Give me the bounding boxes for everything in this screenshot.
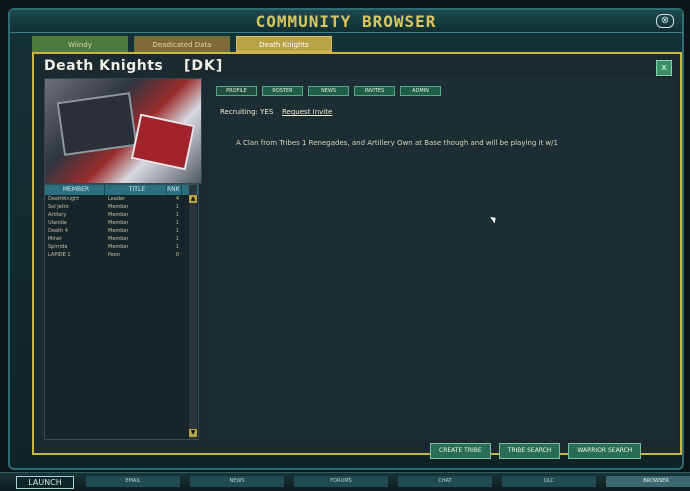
request-invite-link[interactable]: Request Invite [282, 108, 332, 116]
member-name: Miner [48, 236, 63, 242]
table-row[interactable]: DeathKnight Leader 4 [45, 195, 198, 203]
taskbar-email[interactable]: EMAIL [86, 476, 180, 487]
member-list-scrollbar[interactable]: ▲ ▼ [189, 185, 197, 439]
member-name: DeathKnight [48, 196, 80, 202]
banner-art-shape [130, 113, 196, 171]
tribe-description: A Clan from Tribes 1 Renegades, and Arti… [236, 139, 558, 147]
taskbar-forums[interactable]: FORUMS [294, 476, 388, 487]
bottom-actions: CREATE TRIBE TRIBE SEARCH WARRIOR SEARCH [430, 443, 642, 459]
member-title: Member [108, 244, 129, 250]
member-name: Artilery [48, 212, 67, 218]
member-rank: 1 [175, 236, 179, 242]
taskbar-dlc[interactable]: DLC [502, 476, 596, 487]
member-rank: 0 [175, 252, 179, 258]
table-row[interactable]: LAPIDE 1 Peon 0 [45, 251, 198, 259]
member-rank: 1 [175, 220, 179, 226]
taskbar-news[interactable]: NEWS [190, 476, 284, 487]
tribe-name: Death Knights [44, 58, 164, 74]
member-title: Member [108, 236, 129, 242]
panel-close-button[interactable]: x [656, 60, 672, 76]
member-title: Member [108, 228, 129, 234]
tribe-tag: [DK] [184, 58, 224, 74]
launch-button[interactable]: LAUNCH [16, 476, 74, 489]
close-icon[interactable]: ⊗ [656, 14, 674, 28]
tab-wiindy[interactable]: Wiindy [32, 36, 128, 52]
table-row[interactable]: Death 4 Member 1 [45, 227, 198, 235]
table-row[interactable]: Artilery Member 1 [45, 211, 198, 219]
browser-tabs: Wiindy Deadicated Data Death Knights [32, 36, 332, 52]
member-title: Member [108, 220, 129, 226]
warrior-search-button[interactable]: WARRIOR SEARCH [568, 443, 642, 459]
member-title: Member [108, 204, 129, 210]
column-rank[interactable]: RNK [167, 185, 182, 195]
member-rank: 1 [175, 212, 179, 218]
taskbar: LAUNCH EMAIL NEWS FORUMS CHAT DLC BROWSE… [0, 472, 690, 491]
table-row[interactable]: Miner Member 1 [45, 235, 198, 243]
tribe-banner-image [44, 78, 202, 184]
recruiting-status: Recruiting: YES [220, 108, 274, 116]
banner-art-shape [56, 92, 138, 156]
community-browser-window: COMMUNITY BROWSER ⊗ Wiindy Deadicated Da… [8, 8, 684, 470]
profile-subtabs: PROFILE ROSTER NEWS INVITES ADMIN [216, 86, 441, 96]
member-rank: 1 [175, 244, 179, 250]
member-name: LAPIDE 1 [48, 252, 71, 258]
scroll-down-icon[interactable]: ▼ [189, 429, 197, 437]
window-title: COMMUNITY BROWSER [255, 12, 437, 31]
tribe-search-button[interactable]: TRIBE SEARCH [498, 443, 561, 459]
subtab-admin[interactable]: ADMIN [400, 86, 441, 96]
table-row[interactable]: Spirride Member 1 [45, 243, 198, 251]
member-table-header: MEMBER TITLE RNK [45, 185, 198, 195]
table-row[interactable]: Sol Jetro Member 1 [45, 203, 198, 211]
subtab-invites[interactable]: INVITES [354, 86, 395, 96]
member-name: Ulanide [48, 220, 67, 226]
column-member[interactable]: MEMBER [45, 185, 105, 195]
member-title: Peon [108, 252, 121, 258]
table-row[interactable]: Ulanide Member 1 [45, 219, 198, 227]
scroll-up-icon[interactable]: ▲ [189, 195, 197, 203]
member-name: Sol Jetro [48, 204, 69, 210]
subtab-news[interactable]: NEWS [308, 86, 349, 96]
member-rank: 4 [175, 196, 179, 202]
member-title: Leader [108, 196, 126, 202]
title-bar: COMMUNITY BROWSER ⊗ [10, 10, 682, 33]
create-tribe-button[interactable]: CREATE TRIBE [430, 443, 491, 459]
tribe-profile-area: PROFILE ROSTER NEWS INVITES ADMIN Recrui… [208, 78, 674, 440]
taskbar-chat[interactable]: CHAT [398, 476, 492, 487]
subtab-profile[interactable]: PROFILE [216, 86, 257, 96]
member-name: Death 4 [48, 228, 68, 234]
taskbar-browser[interactable]: BROWSER [606, 476, 690, 487]
subtab-roster[interactable]: ROSTER [262, 86, 303, 96]
member-title: Member [108, 212, 129, 218]
tab-deadicated-data[interactable]: Deadicated Data [134, 36, 230, 52]
member-name: Spirride [48, 244, 68, 250]
taskbar-items: EMAIL NEWS FORUMS CHAT DLC BROWSER [86, 476, 690, 487]
tab-death-knights[interactable]: Death Knights [236, 36, 332, 52]
member-rank: 1 [175, 204, 179, 210]
tribe-panel: Death Knights [DK] x MEMBER TITLE RNK De… [32, 52, 682, 455]
member-table: MEMBER TITLE RNK DeathKnight Leader 4 So… [44, 184, 199, 440]
column-title[interactable]: TITLE [105, 185, 167, 195]
member-rank: 1 [175, 228, 179, 234]
